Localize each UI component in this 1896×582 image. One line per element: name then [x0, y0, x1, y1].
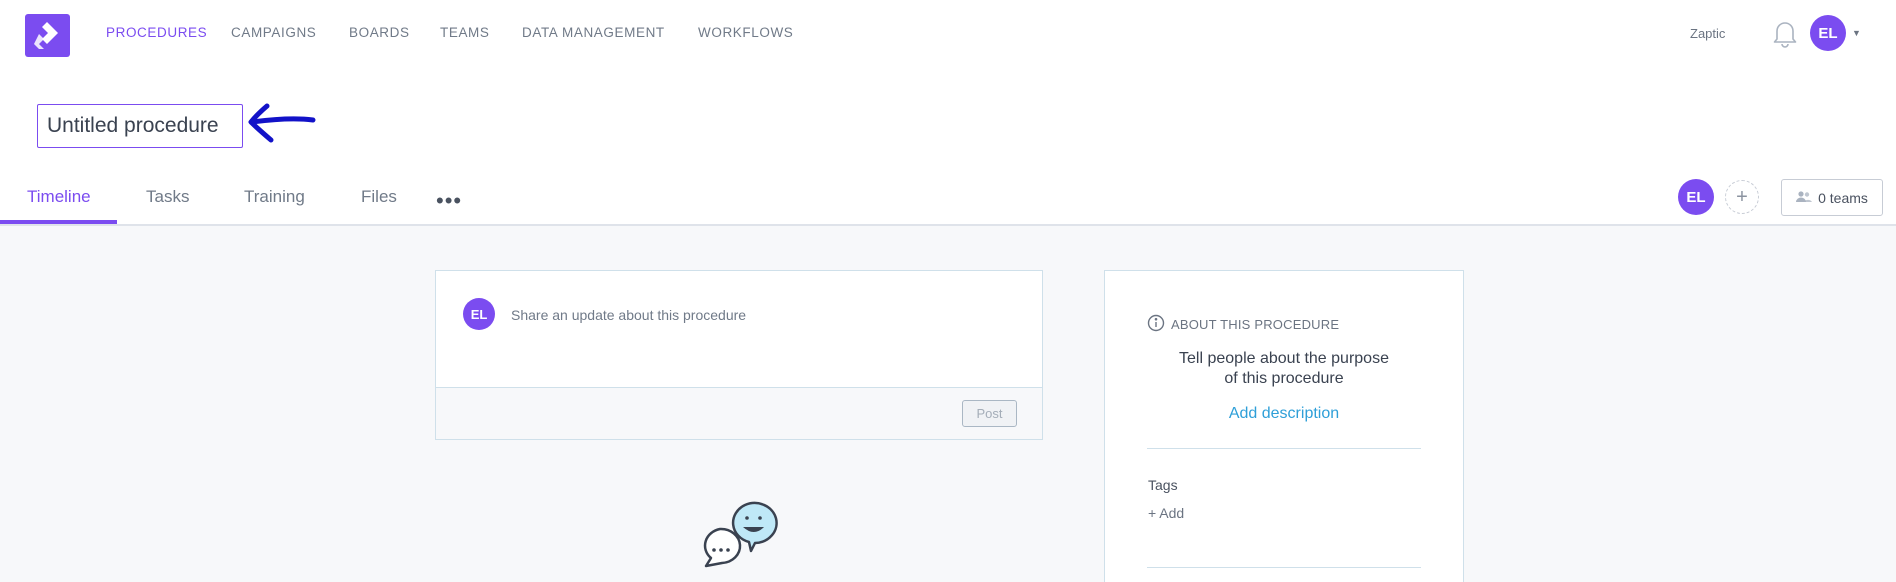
user-avatar[interactable]: EL	[1810, 15, 1846, 51]
tab-files[interactable]: Files	[361, 187, 397, 207]
member-avatar[interactable]: EL	[1678, 179, 1714, 215]
composer-footer	[436, 387, 1042, 439]
more-horizontal-icon[interactable]: •••	[436, 188, 462, 214]
about-description: Tell people about the purpose of this pr…	[1179, 350, 1389, 387]
nav-item-campaigns[interactable]: CAMPAIGNS	[231, 25, 316, 40]
divider	[1147, 448, 1421, 449]
nav-item-data-management[interactable]: DATA MANAGEMENT	[522, 25, 665, 40]
annotation-arrow-icon	[245, 98, 317, 151]
post-button[interactable]: Post	[962, 400, 1017, 427]
add-description-link[interactable]: Add description	[1105, 405, 1463, 423]
top-header: PROCEDURES CAMPAIGNS BOARDS TEAMS DATA M…	[0, 0, 1896, 226]
plus-icon: +	[1736, 185, 1748, 208]
bell-icon[interactable]	[1771, 18, 1799, 53]
tab-tasks[interactable]: Tasks	[146, 187, 189, 207]
tab-timeline[interactable]: Timeline	[27, 187, 91, 207]
teams-count-label: 0 teams	[1818, 189, 1868, 206]
composer-avatar: EL	[463, 298, 495, 330]
nav-item-boards[interactable]: BOARDS	[349, 25, 410, 40]
nav-item-procedures[interactable]: PROCEDURES	[106, 25, 207, 40]
tab-training[interactable]: Training	[244, 187, 305, 207]
nav-item-teams[interactable]: TEAMS	[440, 25, 490, 40]
divider	[1147, 567, 1421, 568]
about-header: ABOUT THIS PROCEDURE	[1147, 314, 1339, 335]
chat-bubbles-icon	[700, 497, 780, 574]
tags-label: Tags	[1148, 477, 1178, 493]
update-composer: EL Share an update about this procedure …	[435, 270, 1043, 440]
org-switcher[interactable]: Zaptic	[1690, 26, 1725, 41]
info-icon	[1147, 314, 1165, 335]
about-procedure-panel: ABOUT THIS PROCEDURE Tell people about t…	[1104, 270, 1464, 582]
procedure-title-input[interactable]	[37, 104, 243, 148]
add-member-button[interactable]: +	[1725, 180, 1759, 214]
add-tag-button[interactable]: + Add	[1148, 505, 1184, 521]
update-input[interactable]: Share an update about this procedure	[511, 307, 746, 323]
chevron-down-icon[interactable]: ▼	[1852, 28, 1861, 38]
app-logo[interactable]	[25, 14, 70, 57]
nav-item-workflows[interactable]: WORKFLOWS	[698, 25, 793, 40]
teams-button[interactable]: 0 teams	[1781, 179, 1883, 216]
about-title: ABOUT THIS PROCEDURE	[1171, 317, 1340, 332]
active-tab-indicator	[0, 220, 117, 224]
users-icon	[1796, 190, 1813, 206]
